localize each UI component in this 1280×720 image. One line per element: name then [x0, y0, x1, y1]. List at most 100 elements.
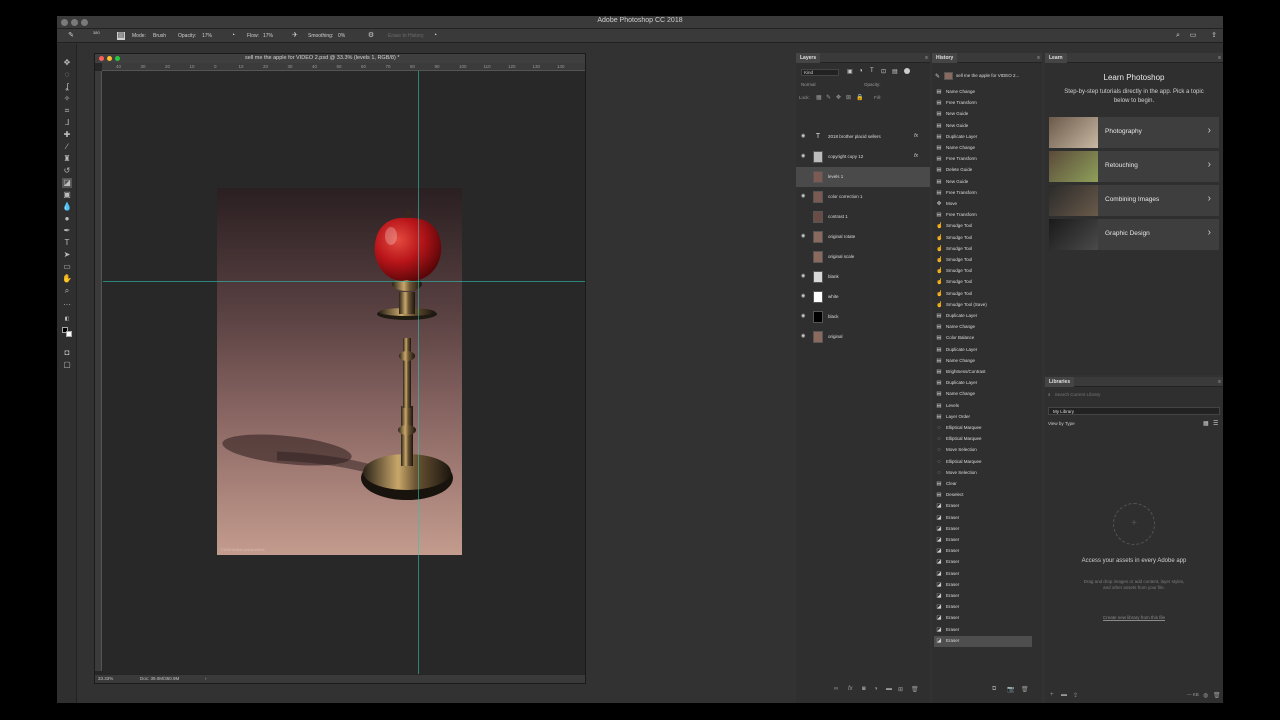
filter-type-icon[interactable]: T: [870, 68, 874, 74]
history-item[interactable]: ▤ Free Transform: [934, 210, 1032, 221]
new-snapshot-icon[interactable]: 📷: [1007, 686, 1014, 693]
gradient-tool-icon[interactable]: ▣: [62, 190, 72, 200]
history-item[interactable]: ◪ Eraser: [934, 580, 1032, 591]
layer-row[interactable]: ◉ blank: [796, 267, 930, 287]
history-item[interactable]: ▤ Levels: [934, 401, 1032, 412]
doc-close-button[interactable]: [99, 56, 104, 61]
pressure-size-icon[interactable]: ◔: [431, 32, 439, 40]
flow-value[interactable]: 17%: [263, 33, 273, 39]
grid-view-icon[interactable]: ▦: [1203, 420, 1209, 427]
share-icon[interactable]: ⇪: [1210, 32, 1218, 40]
brush-settings-icon[interactable]: ▤: [117, 32, 125, 40]
pen-tool-icon[interactable]: ✒: [62, 226, 72, 236]
history-item[interactable]: ◌ Move Selection: [934, 445, 1032, 456]
history-item[interactable]: ◌ Elliptical Marquee: [934, 434, 1032, 445]
history-item[interactable]: ▤ Name Change: [934, 143, 1032, 154]
history-item[interactable]: ◪ Eraser: [934, 501, 1032, 512]
visibility-eye-icon[interactable]: ◉: [801, 274, 807, 279]
eraser-tool-icon[interactable]: ◪: [62, 178, 72, 188]
type-tool-icon[interactable]: T: [62, 238, 72, 248]
visibility-eye-icon[interactable]: ◉: [801, 154, 807, 159]
group-icon[interactable]: ▬: [886, 686, 892, 692]
learn-topic-card[interactable]: Retouching ›: [1049, 151, 1219, 182]
history-item[interactable]: ▤ Duplicate Layer: [934, 345, 1032, 356]
layer-row[interactable]: ◉ color correction 1: [796, 187, 930, 207]
history-item[interactable]: ▤ Delete Guide: [934, 165, 1032, 176]
libraries-menu-icon[interactable]: ≡: [1218, 379, 1221, 385]
history-item[interactable]: ◪ Eraser: [934, 625, 1032, 636]
move-tool-icon[interactable]: ✥: [62, 58, 72, 68]
filter-adjustment-icon[interactable]: ◑: [859, 68, 863, 74]
history-brush-source-icon[interactable]: ✎: [935, 73, 940, 80]
history-item[interactable]: ▤ Duplicate Layer: [934, 311, 1032, 322]
background-color-swatch[interactable]: [66, 331, 72, 337]
tab-libraries[interactable]: Libraries: [1045, 377, 1075, 387]
history-item[interactable]: ◪ Eraser: [934, 591, 1032, 602]
history-item[interactable]: ▤ Duplicate Layer: [934, 132, 1032, 143]
document-tab[interactable]: sell me the apple for VIDEO 2.psd @ 33.3…: [95, 54, 585, 63]
brush-tool-icon[interactable]: ∕: [62, 142, 72, 152]
history-item[interactable]: ◌ Elliptical Marquee: [934, 423, 1032, 434]
layer-row[interactable]: ◉ original: [796, 327, 930, 347]
screen-mode-icon[interactable]: ▢: [62, 360, 72, 370]
search-icon[interactable]: ⌕: [1174, 32, 1182, 40]
healing-brush-tool-icon[interactable]: ✚: [62, 130, 72, 140]
library-select[interactable]: My Library: [1048, 407, 1220, 415]
visibility-eye-icon[interactable]: ◉: [801, 334, 807, 339]
visibility-eye-icon[interactable]: ◉: [801, 314, 807, 319]
history-item[interactable]: ✥ Move: [934, 199, 1032, 210]
filter-kind-select[interactable]: Kind: [801, 69, 839, 76]
filter-shape-icon[interactable]: ⊡: [881, 68, 886, 75]
filter-toggle[interactable]: [904, 68, 910, 74]
trash-icon[interactable]: 🗑: [911, 686, 919, 693]
history-snapshot[interactable]: ✎ sell me the apple for VIDEO 2...: [934, 70, 1040, 83]
doc-size-info[interactable]: Doc: 39.0M/360.9M: [140, 676, 179, 681]
dodge-tool-icon[interactable]: ●: [62, 214, 72, 224]
lock-position-icon[interactable]: ✥: [836, 94, 841, 101]
history-item[interactable]: ▤ Color Balance: [934, 333, 1032, 344]
doc-minimize-button[interactable]: [107, 56, 112, 61]
layer-fx-icon[interactable]: fx: [914, 153, 918, 159]
smoothing-value[interactable]: 0%: [338, 33, 345, 39]
add-content-icon[interactable]: +: [1050, 692, 1054, 698]
history-item[interactable]: ▤ Name Change: [934, 356, 1032, 367]
view-by-type-select[interactable]: View by Type: [1048, 421, 1075, 426]
visibility-eye-icon[interactable]: [801, 214, 807, 219]
history-item[interactable]: ◌ Move Selection: [934, 468, 1032, 479]
zoom-tool-icon[interactable]: ⌕: [62, 286, 72, 296]
lock-artboard-icon[interactable]: ⊠: [846, 94, 851, 101]
magic-wand-tool-icon[interactable]: ✧: [62, 94, 72, 104]
filter-pixel-icon[interactable]: ▣: [847, 68, 853, 75]
blend-mode-select[interactable]: Normal: [801, 82, 816, 87]
history-item[interactable]: ☝ Smudge Tool (Save): [934, 300, 1032, 311]
visibility-eye-icon[interactable]: ◉: [801, 194, 807, 199]
learn-topic-card[interactable]: Graphic Design ›: [1049, 219, 1219, 250]
history-item[interactable]: ▤ Clear: [934, 479, 1032, 490]
status-arrow-icon[interactable]: ›: [205, 676, 207, 681]
visibility-eye-icon[interactable]: [801, 254, 807, 259]
workspace-icon[interactable]: ▭: [1189, 32, 1197, 40]
history-item[interactable]: ◪ Eraser: [934, 613, 1032, 624]
history-menu-icon[interactable]: ≡: [1037, 55, 1040, 61]
link-icon[interactable]: ∞: [834, 686, 838, 692]
history-item[interactable]: ☝ Smudge Tool: [934, 266, 1032, 277]
history-item[interactable]: ▤ Free Transform: [934, 98, 1032, 109]
history-item[interactable]: ☝ Smudge Tool: [934, 277, 1032, 288]
smoothing-gear-icon[interactable]: ⚙: [367, 32, 375, 40]
default-colors-icon[interactable]: ◧: [62, 314, 72, 324]
pressure-opacity-icon[interactable]: ◔: [229, 32, 237, 40]
lock-image-icon[interactable]: ✎: [826, 94, 831, 101]
marquee-tool-icon[interactable]: ◌: [62, 70, 72, 80]
history-item[interactable]: ◪ Eraser: [934, 546, 1032, 557]
quick-mask-icon[interactable]: ◘: [62, 348, 72, 358]
history-item[interactable]: ▤ Name Change: [934, 87, 1032, 98]
layer-row[interactable]: contrast 1: [796, 207, 930, 227]
horizontal-ruler[interactable]: 40 30 20 10 0 10 20 30 40 50 60 70 80 90 100 110 120 130 1…: [102, 63, 585, 71]
tab-layers[interactable]: Layers: [796, 53, 821, 63]
new-document-from-state-icon[interactable]: ⧉: [992, 686, 996, 693]
visibility-eye-icon[interactable]: ◉: [801, 234, 807, 239]
airbrush-icon[interactable]: ✈: [291, 32, 299, 40]
history-brush-tool-icon[interactable]: ↺: [62, 166, 72, 176]
layer-row[interactable]: original scale: [796, 247, 930, 267]
eraser-tool-preset-icon[interactable]: ✎: [67, 32, 75, 40]
